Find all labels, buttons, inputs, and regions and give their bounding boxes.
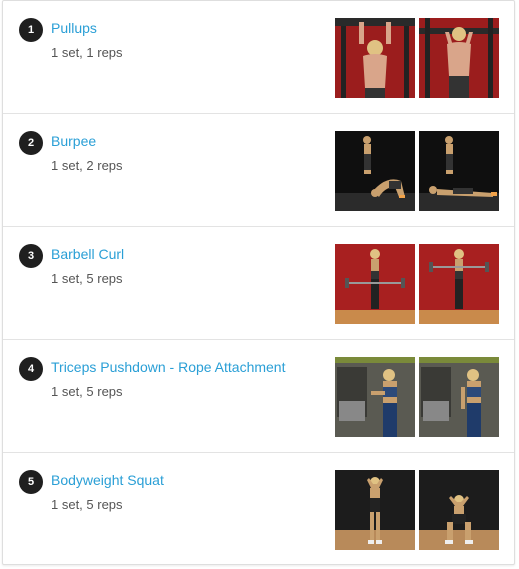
bodyweight-squat-start-photo[interactable]: [335, 470, 415, 550]
barbell-curl-start-photo[interactable]: [335, 244, 415, 324]
exercise-list: 1 Pullups 1 set, 1 reps 2 Burpee 1 set, …: [2, 0, 515, 565]
exercise-link-pullups[interactable]: Pullups: [51, 20, 97, 36]
pullups-end-photo[interactable]: [419, 18, 499, 98]
exercise-link-triceps-pushdown[interactable]: Triceps Pushdown - Rope Attachment: [51, 359, 286, 375]
exercise-sets-reps: 1 set, 5 reps: [51, 384, 123, 399]
exercise-row-burpee: 2 Burpee 1 set, 2 reps: [3, 114, 514, 227]
exercise-number-badge: 4: [19, 357, 43, 381]
exercise-row-bodyweight-squat: 5 Bodyweight Squat 1 set, 5 reps: [3, 453, 514, 566]
burpee-start-photo[interactable]: [335, 131, 415, 211]
exercise-number-badge: 3: [19, 244, 43, 268]
exercise-row-triceps-pushdown: 4 Triceps Pushdown - Rope Attachment 1 s…: [3, 340, 514, 453]
exercise-row-pullups: 1 Pullups 1 set, 1 reps: [3, 1, 514, 114]
exercise-sets-reps: 1 set, 1 reps: [51, 45, 123, 60]
exercise-sets-reps: 1 set, 5 reps: [51, 271, 123, 286]
exercise-number-badge: 1: [19, 18, 43, 42]
triceps-pushdown-end-photo[interactable]: [419, 357, 499, 437]
exercise-link-burpee[interactable]: Burpee: [51, 133, 96, 149]
exercise-number-badge: 2: [19, 131, 43, 155]
bodyweight-squat-end-photo[interactable]: [419, 470, 499, 550]
burpee-end-photo[interactable]: [419, 131, 499, 211]
pullups-start-photo[interactable]: [335, 18, 415, 98]
exercise-link-bodyweight-squat[interactable]: Bodyweight Squat: [51, 472, 164, 488]
triceps-pushdown-start-photo[interactable]: [335, 357, 415, 437]
exercise-sets-reps: 1 set, 5 reps: [51, 497, 123, 512]
exercise-link-barbell-curl[interactable]: Barbell Curl: [51, 246, 124, 262]
exercise-row-barbell-curl: 3 Barbell Curl 1 set, 5 reps: [3, 227, 514, 340]
exercise-sets-reps: 1 set, 2 reps: [51, 158, 123, 173]
barbell-curl-end-photo[interactable]: [419, 244, 499, 324]
exercise-number-badge: 5: [19, 470, 43, 494]
